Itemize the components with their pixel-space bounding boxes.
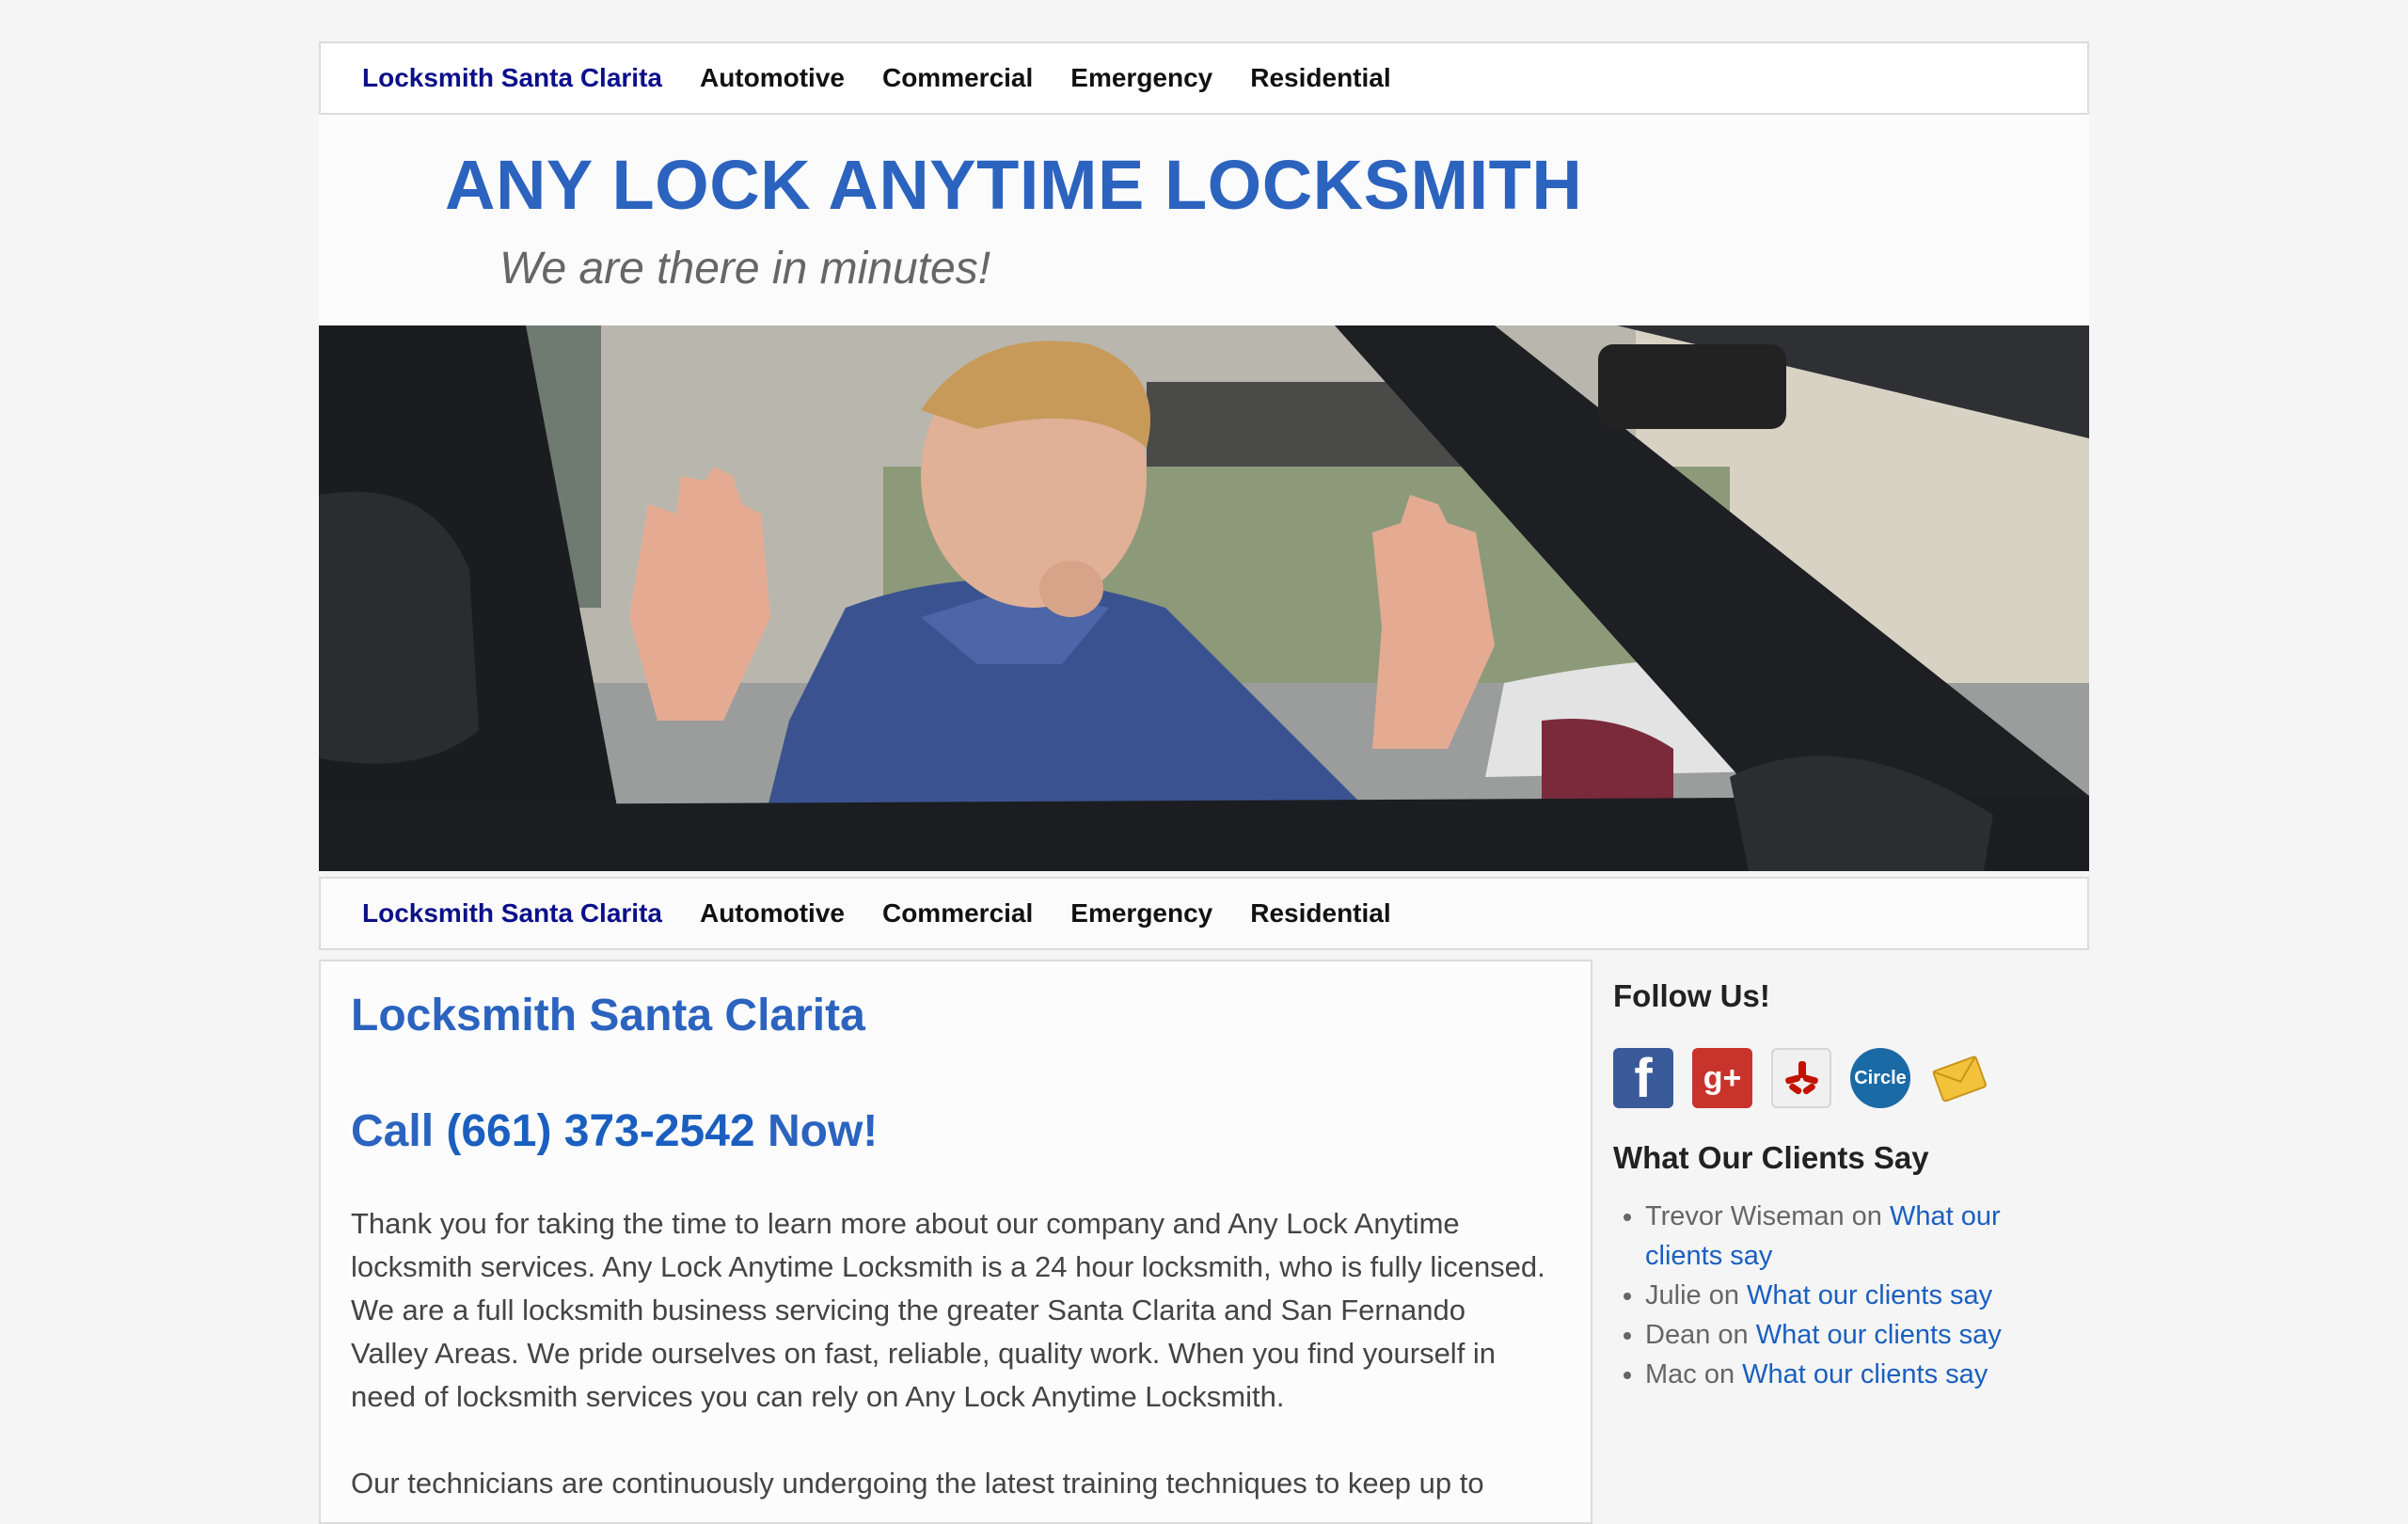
- call-suffix: Now!: [754, 1106, 879, 1156]
- comment-on: on: [1696, 1359, 1743, 1389]
- comment-on: on: [1701, 1280, 1748, 1310]
- yelp-icon[interactable]: [1771, 1048, 1831, 1108]
- comment-on: on: [1710, 1320, 1756, 1350]
- clients-heading: What Our Clients Say: [1613, 1140, 1929, 1175]
- google-plus-icon[interactable]: g+: [1692, 1048, 1752, 1108]
- comment-author: Mac: [1645, 1359, 1697, 1389]
- social-icons: f g+ Circle: [1613, 1047, 2065, 1109]
- intro-paragraph: Thank you for taking the time to learn m…: [351, 1207, 1545, 1413]
- recent-comments-list: Trevor Wiseman on What our clients say J…: [1613, 1197, 2065, 1394]
- email-icon[interactable]: [1929, 1048, 1989, 1108]
- circle-label: Circle: [1854, 1067, 1907, 1088]
- secondary-nav: Locksmith Santa Clarita Automotive Comme…: [319, 877, 2089, 950]
- circle-icon[interactable]: Circle: [1850, 1048, 1910, 1108]
- nav-item-automotive[interactable]: Automotive: [700, 898, 845, 929]
- phone-link[interactable]: (661) 373-2542: [446, 1106, 754, 1156]
- comment-author: Dean: [1645, 1320, 1711, 1350]
- site-header: ANY LOCK ANYTIME LOCKSMITH We are there …: [319, 115, 2089, 325]
- nav-item-locksmith-santa-clarita[interactable]: Locksmith Santa Clarita: [362, 63, 662, 93]
- comment-item: Julie on What our clients say: [1645, 1276, 2065, 1315]
- nav-item-commercial[interactable]: Commercial: [882, 63, 1033, 93]
- call-prefix: Call: [351, 1106, 447, 1156]
- comment-link[interactable]: What our clients say: [1756, 1320, 2002, 1350]
- nav-item-automotive[interactable]: Automotive: [700, 63, 845, 93]
- envelope-icon: [1932, 1056, 1987, 1103]
- follow-us-heading: Follow Us!: [1613, 978, 1770, 1013]
- hero-image: [319, 325, 2089, 871]
- nav-item-emergency[interactable]: Emergency: [1070, 898, 1212, 929]
- comment-link[interactable]: What our clients say: [1747, 1280, 1992, 1310]
- nav-item-commercial[interactable]: Commercial: [882, 898, 1033, 929]
- site-title[interactable]: ANY LOCK ANYTIME LOCKSMITH: [445, 145, 1582, 225]
- facebook-icon[interactable]: f: [1613, 1047, 1673, 1109]
- site-tagline: We are there in minutes!: [499, 244, 991, 294]
- google-plus-glyph: g+: [1703, 1059, 1742, 1096]
- comment-item: Mac on What our clients say: [1645, 1355, 2065, 1394]
- nav-item-residential[interactable]: Residential: [1250, 63, 1390, 93]
- top-nav: Locksmith Santa Clarita Automotive Comme…: [319, 41, 2089, 115]
- comment-on: on: [1844, 1201, 1890, 1231]
- comment-author: Julie: [1645, 1280, 1702, 1310]
- yelp-burst-icon: [1785, 1061, 1818, 1095]
- page-heading: Locksmith Santa Clarita: [351, 991, 865, 1040]
- call-heading: Call (661) 373-2542 Now!: [351, 1105, 1560, 1157]
- sidebar: Follow Us! f g+ Circle What Our Clients …: [1613, 978, 2065, 1394]
- comment-author: Trevor Wiseman: [1645, 1201, 1845, 1231]
- comment-link[interactable]: What our clients say: [1742, 1359, 1988, 1389]
- main-content: Locksmith Santa Clarita Call (661) 373-2…: [319, 960, 1592, 1524]
- nav-item-residential[interactable]: Residential: [1250, 898, 1390, 929]
- nav-item-locksmith-santa-clarita[interactable]: Locksmith Santa Clarita: [362, 898, 662, 929]
- nav-item-emergency[interactable]: Emergency: [1070, 63, 1212, 93]
- comment-item: Trevor Wiseman on What our clients say: [1645, 1197, 2065, 1276]
- facebook-glyph: f: [1634, 1047, 1653, 1109]
- technicians-paragraph: Our technicians are continuously undergo…: [351, 1467, 1484, 1500]
- comment-item: Dean on What our clients say: [1645, 1315, 2065, 1355]
